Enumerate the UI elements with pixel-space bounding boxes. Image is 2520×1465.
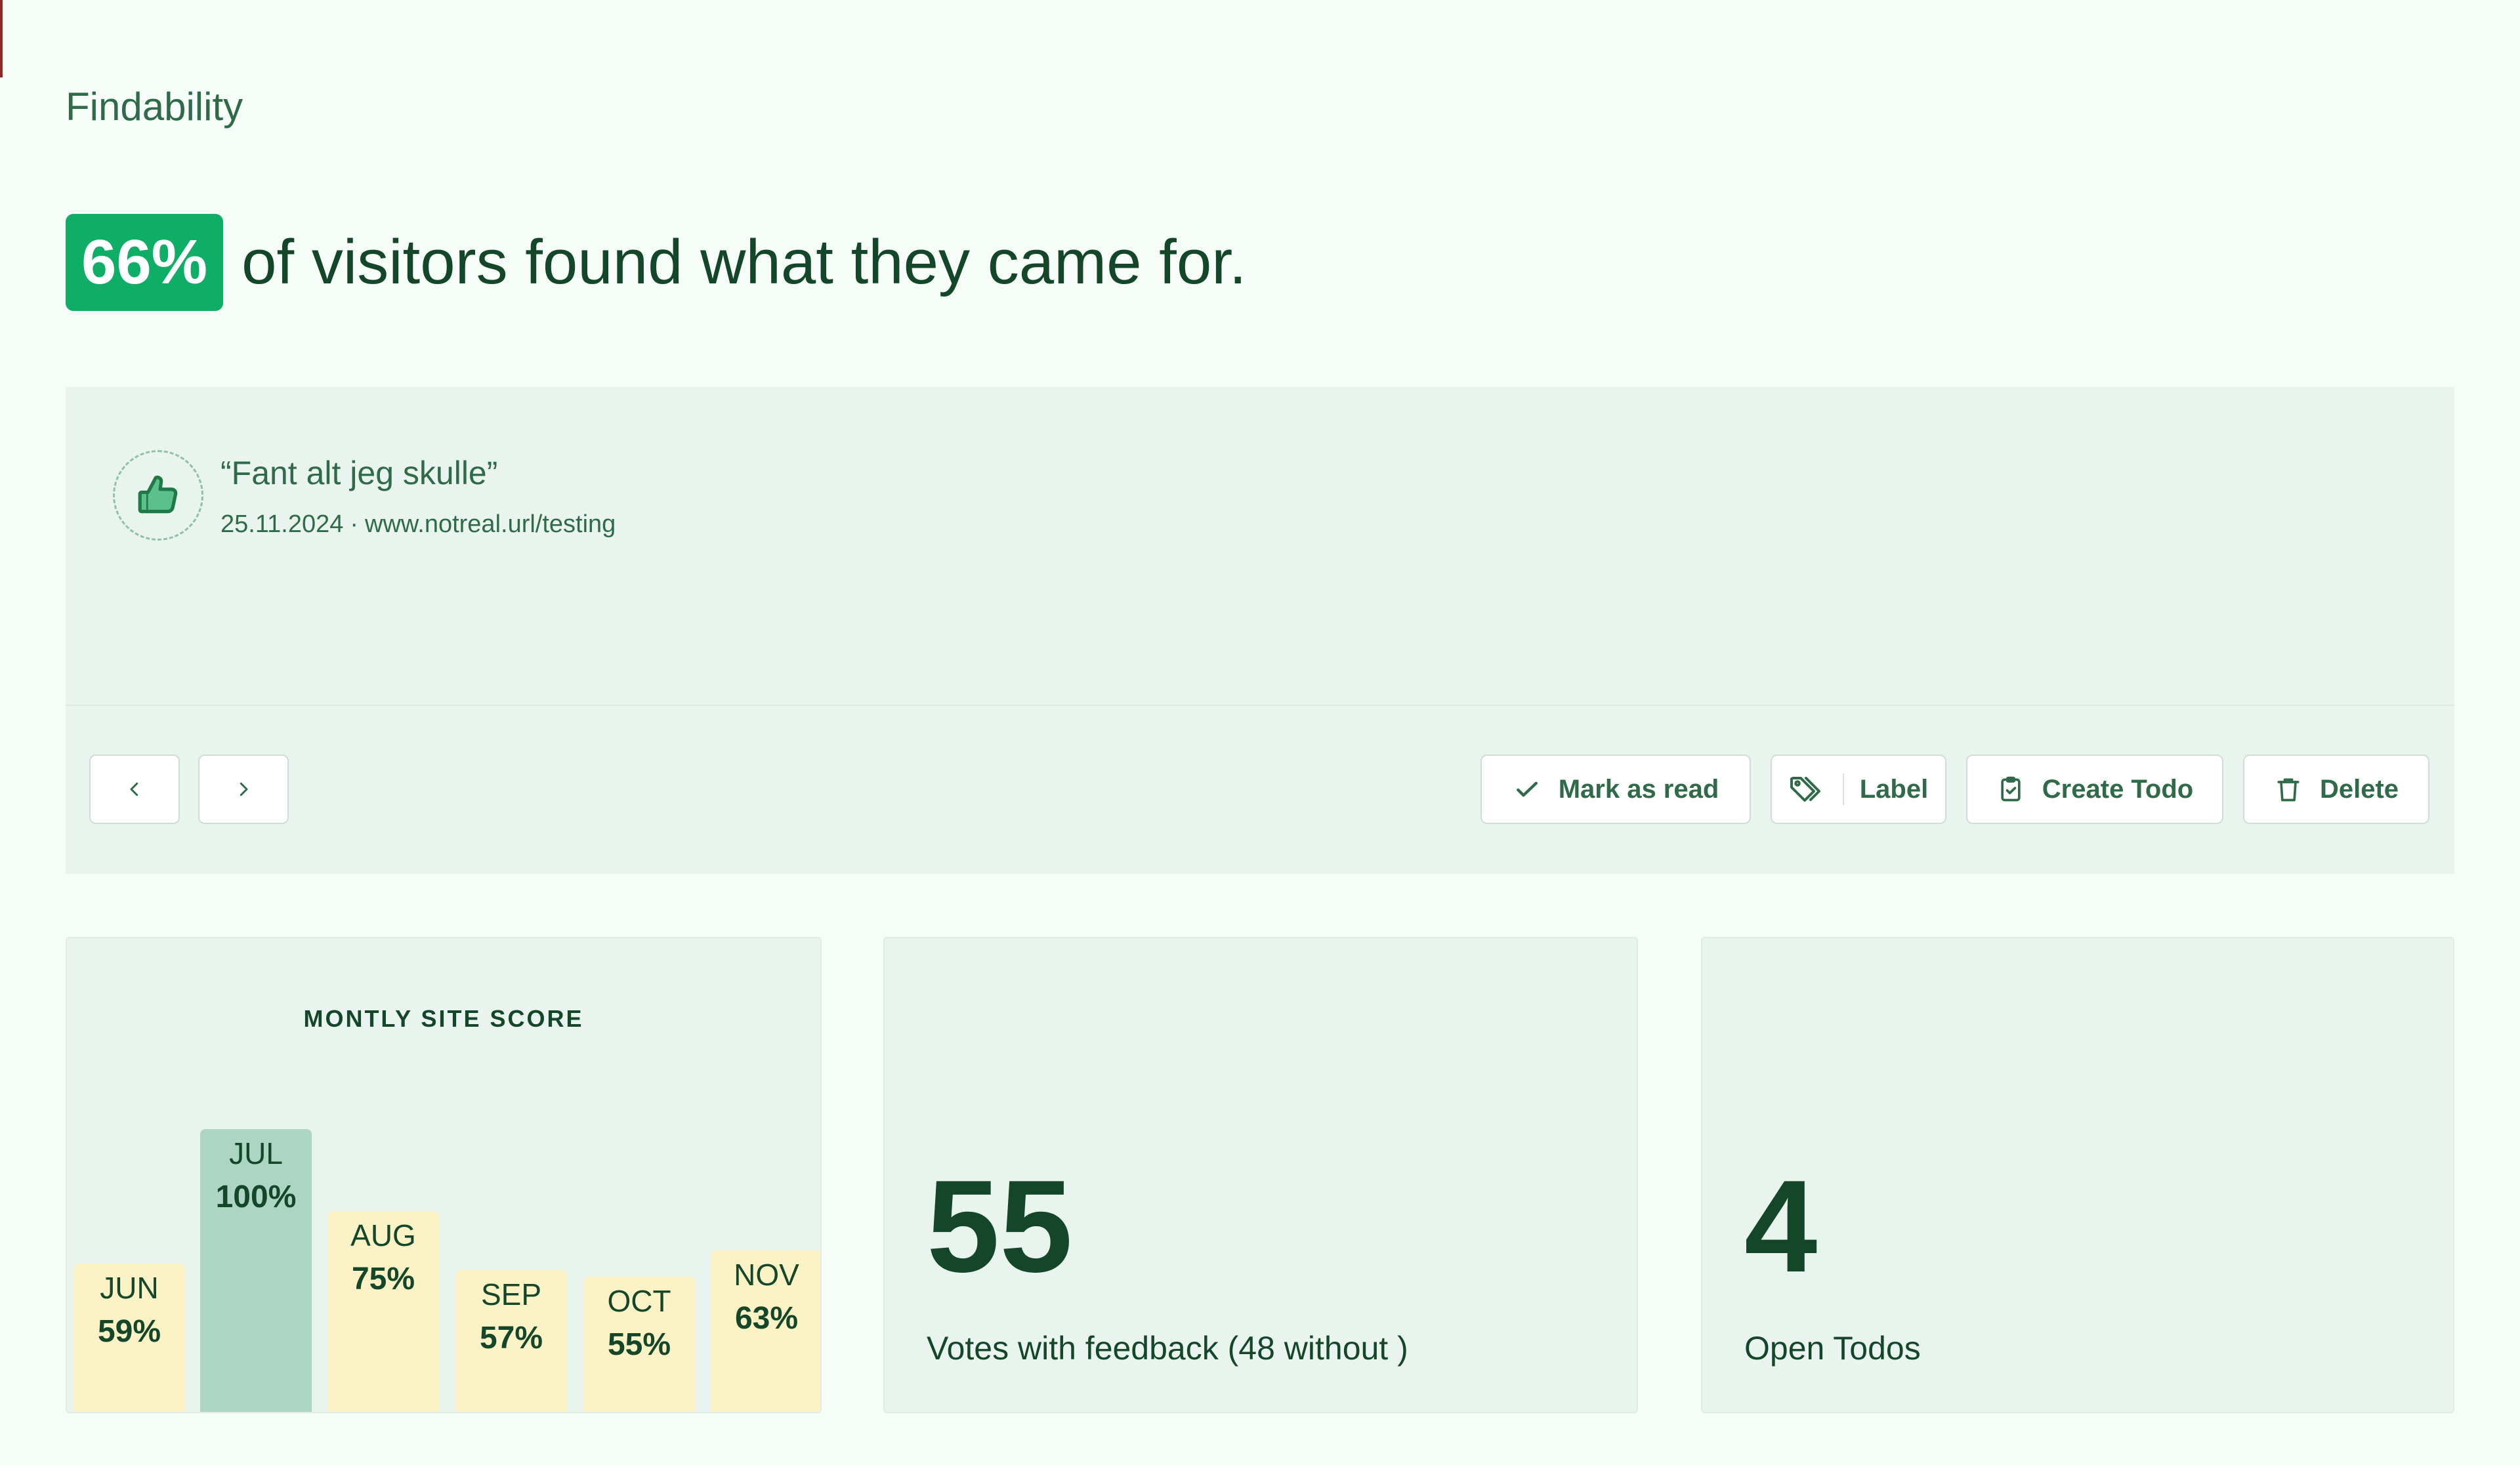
chevron-left-icon xyxy=(130,782,138,796)
bar-month-label: JUN xyxy=(100,1271,159,1305)
thumbs-up-icon xyxy=(113,450,203,541)
label-button-text: Label xyxy=(1859,774,1929,804)
todos-card: 4 Open Todos xyxy=(1701,937,2454,1413)
bar-value-label: 59% xyxy=(97,1314,161,1349)
todos-label: Open Todos xyxy=(1744,1330,1921,1367)
feedback-date: 25.11.2024 xyxy=(220,510,344,538)
panel-divider xyxy=(66,705,2454,706)
bar-value-label: 57% xyxy=(479,1321,543,1355)
checkmark-icon xyxy=(1516,781,1538,797)
chart-bar-nov: NOV 63% xyxy=(711,1250,820,1412)
create-todo-label: Create Todo xyxy=(2042,774,2194,804)
feedback-meta: 25.11.2024 · www.notreal.url/testing xyxy=(220,510,616,539)
monthly-score-card: MONTLY SITE SCORE JUN 59% JUL 100% AUG 75% SEP… xyxy=(66,937,822,1413)
bar-value-label: 75% xyxy=(351,1262,415,1296)
next-button[interactable] xyxy=(198,754,289,824)
create-todo-button[interactable]: Create Todo xyxy=(1966,754,2223,824)
chart-bar-jul: JUL 100% xyxy=(200,1129,312,1412)
feedback-url[interactable]: www.notreal.url/testing xyxy=(365,510,616,539)
votes-card: 55 Votes with feedback (48 without ) xyxy=(883,937,1638,1413)
mark-as-read-button[interactable]: Mark as read xyxy=(1480,754,1751,824)
section-title: Findability xyxy=(66,85,243,129)
monthly-score-chart: JUN 59% JUL 100% AUG 75% SEP 57% OCT 55% NOV 63% xyxy=(67,938,820,1412)
todos-count: 4 xyxy=(1744,1153,1818,1300)
tags-icon xyxy=(1790,777,1820,802)
bar-month-label: AUG xyxy=(350,1218,416,1252)
meta-separator: · xyxy=(350,510,359,538)
button-separator xyxy=(1842,774,1844,805)
clipboard-check-icon xyxy=(2001,776,2021,802)
headline-text: of visitors found what they came for. xyxy=(242,227,1247,297)
delete-label: Delete xyxy=(2319,774,2399,804)
chart-bar-aug: AUG 75% xyxy=(327,1211,439,1412)
bar-value-label: 63% xyxy=(734,1301,799,1336)
bar-month-label: SEP xyxy=(480,1277,542,1311)
bar-value-label: 55% xyxy=(607,1327,671,1362)
findability-percent-badge: 66% xyxy=(66,214,224,311)
feedback-quote: “Fant alt jeg skulle” xyxy=(220,455,498,491)
chart-bar-jun: JUN 59% xyxy=(74,1264,185,1412)
chevron-right-icon xyxy=(240,782,248,796)
chart-bar-oct: OCT 55% xyxy=(583,1277,695,1412)
headline: 66% of visitors found what they came for… xyxy=(66,214,1247,311)
feedback-item: “Fant alt jeg skulle” 25.11.2024 · www.n… xyxy=(113,450,616,541)
previous-button[interactable] xyxy=(89,754,180,824)
chart-bar-sep: SEP 57% xyxy=(455,1270,567,1412)
bar-month-label: NOV xyxy=(734,1258,799,1292)
bar-month-label: OCT xyxy=(607,1284,671,1318)
trash-icon xyxy=(2277,778,2300,802)
window-edge-marker xyxy=(0,0,3,77)
feedback-panel: “Fant alt jeg skulle” 25.11.2024 · www.n… xyxy=(66,387,2454,874)
label-button[interactable]: Label xyxy=(1771,754,1946,824)
bar-value-label: 100% xyxy=(215,1180,297,1214)
mark-as-read-label: Mark as read xyxy=(1558,774,1719,804)
bar-month-label: JUL xyxy=(229,1136,283,1170)
votes-label: Votes with feedback (48 without ) xyxy=(927,1330,1408,1367)
votes-count: 55 xyxy=(927,1153,1073,1300)
delete-button[interactable]: Delete xyxy=(2243,754,2429,824)
